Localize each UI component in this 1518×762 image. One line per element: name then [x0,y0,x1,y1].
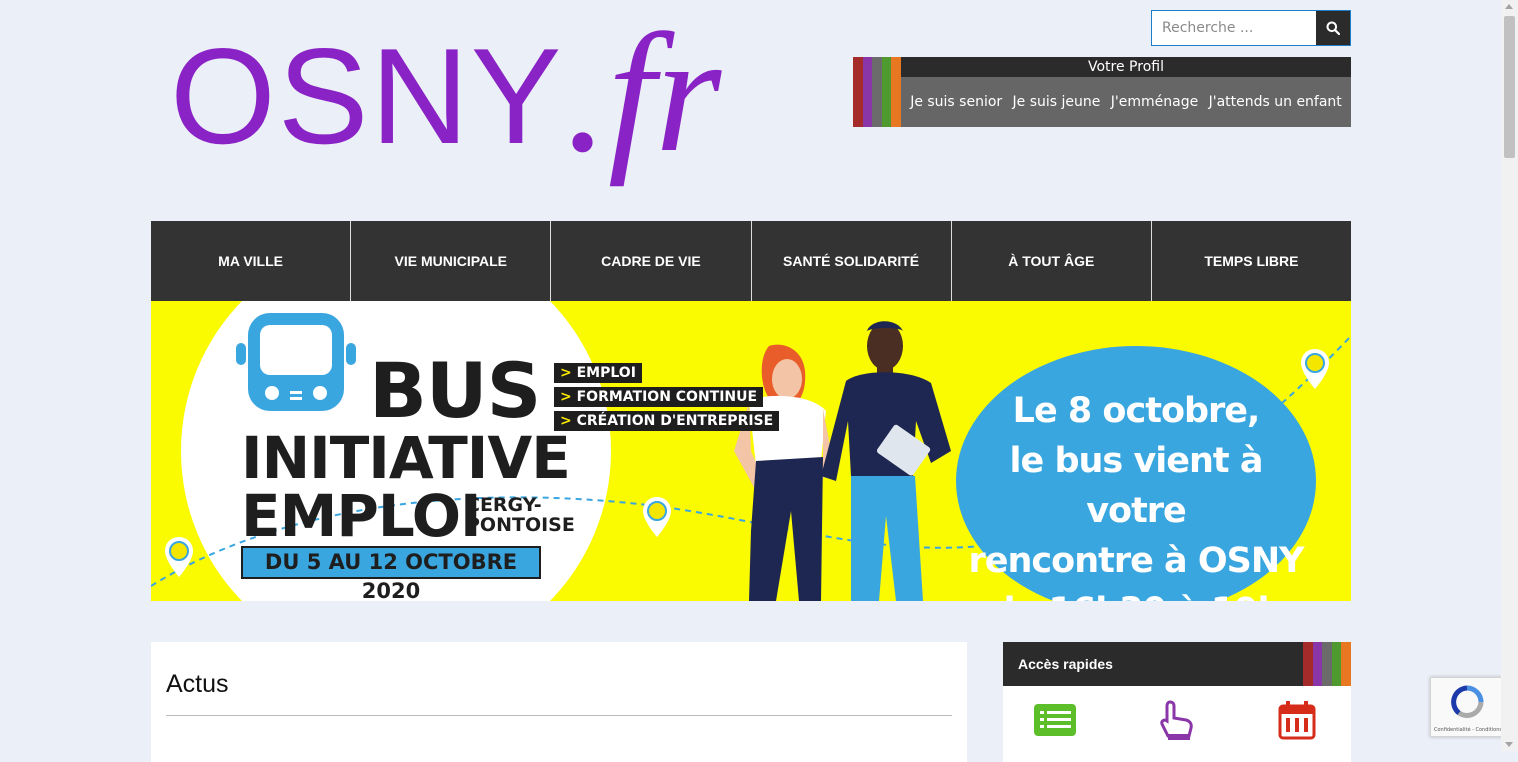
bus-stop-pin-icon [1301,349,1329,389]
bus-icon [236,313,356,411]
nav-item-cadre-de-vie[interactable]: CADRE DE VIE [551,221,752,301]
profile-box: Votre Profil Je suis senior Je suis jeun… [853,57,1351,127]
search-icon [1326,21,1340,35]
nav-item-vie-municipale[interactable]: VIE MUNICIPALE [351,221,552,301]
recaptcha-text: Confidentialité - Conditions [1434,727,1502,733]
recaptcha-icon [1451,685,1484,719]
search-button[interactable] [1316,11,1350,45]
bus-stop-pin-icon [165,537,193,577]
profile-links: Je suis senior Je suis jeune J'emménage … [901,77,1351,127]
scroll-up-arrow-icon[interactable] [1505,4,1513,9]
banner-cergy-pontoise: CERGY- PONTOISE [466,494,575,536]
calendar-icon[interactable] [1274,700,1320,740]
site-logo[interactable]: OSNY .fr [170,8,721,218]
nav-item-a-tout-age[interactable]: À TOUT ÂGE [952,221,1152,301]
scrollbar-thumb[interactable] [1504,16,1515,158]
logo-fr-text: .fr [565,0,722,187]
quick-access-header: Accès rapides [1003,642,1351,686]
profile-title: Votre Profil [901,57,1351,77]
pointing-hand-icon[interactable] [1154,700,1200,740]
recaptcha-badge[interactable]: Confidentialité - Conditions [1430,677,1502,737]
profile-link-emmenage[interactable]: J'emménage [1111,94,1198,110]
actus-card: Actus [151,642,967,762]
search-form [1151,10,1351,46]
page-scrollbar[interactable] [1501,0,1518,751]
banner-tag-creation: > CRÉATION D'ENTREPRISE [554,411,780,431]
logo-osny-text: OSNY [170,20,564,172]
banner-title-initiative: INITIATIVE [241,424,571,492]
list-icon[interactable] [1032,700,1078,740]
search-input[interactable] [1152,11,1316,45]
nav-item-temps-libre[interactable]: TEMPS LIBRE [1152,221,1351,301]
profile-link-jeune[interactable]: Je suis jeune [1013,94,1101,110]
nav-item-ma-ville[interactable]: MA VILLE [151,221,352,301]
bus-stop-pin-icon [643,497,671,537]
banner-title-emploi: EMPLOI [241,482,482,550]
profile-link-senior[interactable]: Je suis senior [910,94,1002,110]
profile-link-enfant[interactable]: J'attends un enfant [1209,94,1342,110]
nav-item-sante-solidarite[interactable]: SANTÉ SOLIDARITÉ [752,221,952,301]
profile-color-stripes [853,57,901,127]
scroll-down-arrow-icon[interactable] [1505,742,1513,747]
actus-title: Actus [166,670,229,698]
banner-dates: DU 5 AU 12 OCTOBRE 2020 [241,546,541,601]
actus-divider [166,715,952,716]
quick-access-title: Accès rapides [1018,656,1113,672]
banner-tag-emploi: > EMPLOI [554,363,642,383]
main-nav: MA VILLE VIE MUNICIPALE CADRE DE VIE SAN… [151,221,1351,301]
quick-access-color-stripes [1303,642,1351,686]
quick-access-card: Accès rapides [1003,642,1351,762]
man-illustration [821,321,951,601]
banner-title-bus: BUS [369,346,541,435]
banner-tag-formation: > FORMATION CONTINUE [554,387,764,407]
hero-banner[interactable]: BUS INITIATIVE EMPLOI > EMPLOI > FORMATI… [151,301,1351,601]
banner-tags: > EMPLOI > FORMATION CONTINUE > CRÉATION… [554,363,780,435]
banner-bubble-text: Le 8 octobre, le bus vient à votre renco… [968,391,1305,601]
